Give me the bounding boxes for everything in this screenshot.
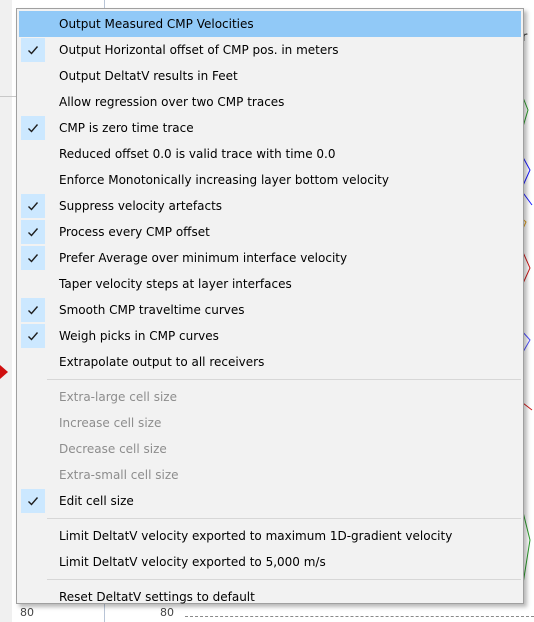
menu-item-label: Prefer Average over minimum interface ve… xyxy=(59,251,348,265)
menu-item-label: Extra-large cell size xyxy=(59,390,177,404)
menu-item-label: Decrease cell size xyxy=(59,442,167,456)
menu-group-cell-size: Extra-large cell size Increase cell size D… xyxy=(17,384,523,514)
menu-item: Extra-small cell size xyxy=(17,462,523,488)
menu-item[interactable]: Limit DeltatV velocity exported to 5,000… xyxy=(17,549,523,575)
menu-separator xyxy=(47,518,521,519)
menu-group-output-options: Output Measured CMP Velocities Output Hor… xyxy=(17,11,523,375)
background-dashed-line xyxy=(185,616,534,617)
menu-separator xyxy=(47,579,521,580)
menu-item-label: Enforce Monotonically increasing layer b… xyxy=(59,173,389,187)
menu-item[interactable]: Suppress velocity artefacts xyxy=(17,193,523,219)
checkmark-icon xyxy=(21,194,45,218)
menu-item: Extra-large cell size xyxy=(17,384,523,410)
menu-item-label: Output DeltatV results in Feet xyxy=(59,69,238,83)
menu-item-label: CMP is zero time trace xyxy=(59,121,194,135)
menu-item-label: Smooth CMP traveltime curves xyxy=(59,303,245,317)
menu-item-label: Edit cell size xyxy=(59,494,134,508)
menu-item[interactable]: CMP is zero time trace xyxy=(17,115,523,141)
checkmark-icon xyxy=(21,246,45,270)
menu-group-reset: Reset DeltatV settings to default xyxy=(17,584,523,610)
menu-item: Decrease cell size xyxy=(17,436,523,462)
menu-item[interactable]: Edit cell size xyxy=(17,488,523,514)
checkmark-icon xyxy=(21,116,45,140)
menu-item[interactable]: Output Horizontal offset of CMP pos. in … xyxy=(17,37,523,63)
menu-group-velocity-limits: Limit DeltatV velocity exported to maxim… xyxy=(17,523,523,575)
menu-item: Increase cell size xyxy=(17,410,523,436)
menu-item[interactable]: Output Measured CMP Velocities xyxy=(19,11,521,37)
checkmark-icon xyxy=(21,489,45,513)
menu-item[interactable]: Allow regression over two CMP traces xyxy=(17,89,523,115)
menu-item-label: Process every CMP offset xyxy=(59,225,210,239)
checkmark-icon xyxy=(21,298,45,322)
menu-item[interactable]: Limit DeltatV velocity exported to maxim… xyxy=(17,523,523,549)
menu-item[interactable]: Output DeltatV results in Feet xyxy=(17,63,523,89)
background-left-strip xyxy=(0,0,12,622)
menu-item[interactable]: Prefer Average over minimum interface ve… xyxy=(17,245,523,271)
checkmark-icon xyxy=(21,220,45,244)
red-marker-icon xyxy=(0,365,8,379)
menu-item[interactable]: Weigh picks in CMP curves xyxy=(17,323,523,349)
menu-item-label: Taper velocity steps at layer interfaces xyxy=(59,277,292,291)
menu-item-label: Output Measured CMP Velocities xyxy=(59,17,254,31)
menu-item[interactable]: Reset DeltatV settings to default xyxy=(17,584,523,610)
menu-item-label: Reset DeltatV settings to default xyxy=(59,590,255,604)
menu-item-label: Increase cell size xyxy=(59,416,162,430)
menu-item-label: Output Horizontal offset of CMP pos. in … xyxy=(59,43,339,57)
menu-item-label: Limit DeltatV velocity exported to 5,000… xyxy=(59,555,326,569)
menu-item-label: Reduced offset 0.0 is valid trace with t… xyxy=(59,147,336,161)
menu-item[interactable]: Process every CMP offset xyxy=(17,219,523,245)
menu-item-label: Limit DeltatV velocity exported to maxim… xyxy=(59,529,453,543)
menu-item[interactable]: Extrapolate output to all receivers xyxy=(17,349,523,375)
menu-item[interactable]: Taper velocity steps at layer interfaces xyxy=(17,271,523,297)
menu-item-label: Weigh picks in CMP curves xyxy=(59,329,219,343)
menu-item[interactable]: Smooth CMP traveltime curves xyxy=(17,297,523,323)
menu-item-label: Extra-small cell size xyxy=(59,468,179,482)
context-menu: Output Measured CMP Velocities Output Hor… xyxy=(16,8,524,604)
checkmark-icon xyxy=(21,38,45,62)
menu-item-label: Allow regression over two CMP traces xyxy=(59,95,285,109)
menu-item[interactable]: Reduced offset 0.0 is valid trace with t… xyxy=(17,141,523,167)
menu-item[interactable]: Enforce Monotonically increasing layer b… xyxy=(17,167,523,193)
checkmark-icon xyxy=(21,324,45,348)
menu-item-label: Extrapolate output to all receivers xyxy=(59,355,265,369)
menu-separator xyxy=(47,379,521,380)
menu-item-label: Suppress velocity artefacts xyxy=(59,199,223,213)
